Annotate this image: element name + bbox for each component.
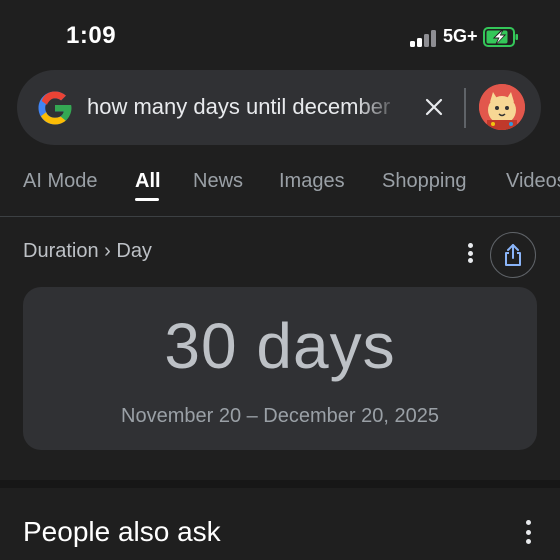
search-divider (464, 88, 466, 128)
tab-shopping[interactable]: Shopping (382, 170, 467, 193)
clear-search-button[interactable] (417, 90, 451, 124)
duration-value: 30 days (164, 310, 396, 382)
search-tabs: AI Mode All News Images Shopping Videos (0, 160, 560, 217)
tab-all[interactable]: All (135, 170, 161, 193)
breadcrumb: Duration › Day (23, 240, 152, 262)
cellular-signal-icon (410, 29, 440, 47)
tab-ai-mode[interactable]: AI Mode (23, 170, 97, 193)
battery-charging-icon (483, 27, 518, 47)
duration-result-card: 30 days November 20 – December 20, 2025 (23, 287, 537, 450)
status-time: 1:09 (66, 22, 117, 49)
search-input[interactable]: how many days until december (87, 94, 402, 120)
avatar[interactable] (479, 84, 525, 130)
more-options-icon[interactable] (518, 520, 538, 544)
close-icon (425, 98, 443, 116)
tab-news[interactable]: News (193, 170, 243, 193)
avatar-image (479, 84, 525, 130)
network-type: 5G+ (443, 26, 478, 46)
status-bar: 1:09 5G+ (0, 0, 560, 70)
date-range: November 20 – December 20, 2025 (121, 405, 439, 427)
tab-videos[interactable]: Videos (506, 170, 560, 193)
search-bar[interactable]: how many days until december (17, 70, 541, 145)
google-g-logo[interactable] (37, 90, 73, 126)
share-button[interactable] (490, 232, 536, 278)
people-also-ask-section: People also ask (0, 488, 560, 560)
section-divider (0, 480, 560, 488)
active-tab-indicator (135, 198, 159, 201)
more-options-icon[interactable] (460, 240, 480, 266)
people-also-ask-title: People also ask (23, 516, 221, 547)
tab-images[interactable]: Images (279, 170, 345, 193)
share-icon (505, 244, 521, 266)
